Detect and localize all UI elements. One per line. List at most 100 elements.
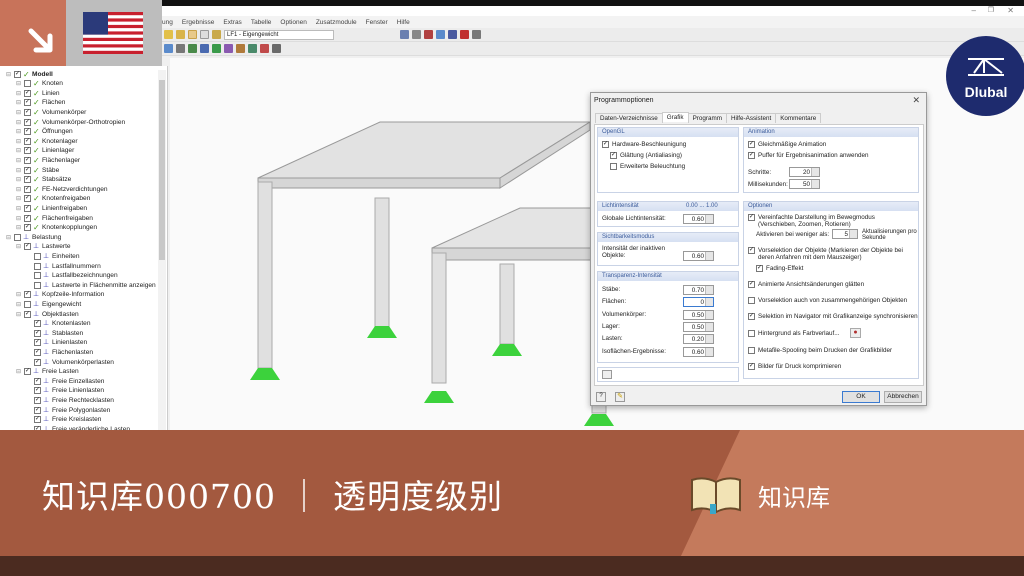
- tool-icon[interactable]: [188, 44, 197, 53]
- tool-icon[interactable]: [412, 30, 421, 39]
- menu-item[interactable]: Fenster: [366, 19, 388, 26]
- expand-icon[interactable]: ⊟: [16, 128, 22, 135]
- antialiasing-checkbox[interactable]: ✓: [610, 152, 617, 159]
- tree-item[interactable]: ⊟ ✓ ✓ Flächenlager: [16, 155, 80, 165]
- tree-item[interactable]: ✓ ⊥ Linienlasten: [26, 338, 87, 348]
- tree-item[interactable]: ⊟ ✓ ✓ Knotenlager: [16, 136, 78, 146]
- tool-icon[interactable]: [436, 30, 445, 39]
- activate-spinner[interactable]: 5: [832, 229, 858, 239]
- tree-item[interactable]: ⊟ ⊥ Eigengewicht: [16, 299, 81, 309]
- menu-item[interactable]: Tabelle: [251, 19, 272, 26]
- tree-checkbox[interactable]: ✓: [24, 368, 31, 376]
- tree-item[interactable]: ⊥ Einheiten: [26, 251, 80, 261]
- tool-icon[interactable]: [236, 44, 245, 53]
- smooth-anim-checkbox[interactable]: ✓: [748, 141, 755, 148]
- restore-button[interactable]: ❐: [988, 6, 994, 14]
- tree-checkbox[interactable]: ✓: [34, 377, 41, 385]
- buffer-checkbox[interactable]: ✓: [748, 152, 755, 159]
- hardware-checkbox[interactable]: ✓: [602, 141, 609, 148]
- tree-checkbox[interactable]: ✓: [14, 70, 21, 78]
- tree-checkbox[interactable]: ✓: [24, 185, 31, 193]
- tree-checkbox[interactable]: ✓: [24, 195, 31, 203]
- menu-item[interactable]: Optionen: [280, 19, 306, 26]
- tool-icon[interactable]: [164, 44, 173, 53]
- expand-icon[interactable]: ⊟: [6, 234, 12, 241]
- tree-checkbox[interactable]: ✓: [24, 137, 31, 145]
- tree-checkbox[interactable]: ✓: [34, 320, 41, 328]
- close-button[interactable]: ✕: [1007, 6, 1014, 15]
- tree-checkbox[interactable]: ✓: [24, 99, 31, 107]
- expand-icon[interactable]: ⊟: [16, 90, 22, 97]
- tool-icon[interactable]: [224, 44, 233, 53]
- expand-icon[interactable]: ⊟: [6, 71, 12, 78]
- tree-checkbox[interactable]: ✓: [34, 406, 41, 414]
- gradient-checkbox[interactable]: [748, 330, 755, 337]
- tool-icon[interactable]: [424, 30, 433, 39]
- expand-icon[interactable]: ⊟: [16, 109, 22, 116]
- defaults-icon[interactable]: [602, 370, 612, 379]
- ms-spinner[interactable]: 50: [789, 179, 820, 189]
- expand-icon[interactable]: ⊟: [16, 138, 22, 145]
- window-icon[interactable]: [200, 30, 209, 39]
- tree-item[interactable]: ⊥ Lastwerte in Flächenmitte anzeigen: [26, 280, 156, 290]
- tree-checkbox[interactable]: ✓: [34, 416, 41, 424]
- transparency-spinner[interactable]: 0.60: [683, 346, 714, 357]
- expand-icon[interactable]: ⊟: [16, 167, 22, 174]
- expand-icon[interactable]: ⊟: [16, 80, 22, 87]
- expand-icon[interactable]: ⊟: [16, 119, 22, 126]
- tree-item[interactable]: ⊟ ✓ ✓ Linienfreigaben: [16, 203, 87, 213]
- color-picker-icon[interactable]: ●: [850, 328, 861, 338]
- tool-icon[interactable]: [176, 44, 185, 53]
- expand-icon[interactable]: ⊟: [16, 215, 22, 222]
- tree-item[interactable]: ⊟ ✓ ✓ FE-Netzverdichtungen: [16, 184, 108, 194]
- tool-icon[interactable]: [400, 30, 409, 39]
- save-icon[interactable]: [176, 30, 185, 39]
- tree-item[interactable]: ✓ ⊥ Freie Linienlasten: [26, 386, 104, 396]
- tab-grafik[interactable]: Grafik: [661, 112, 689, 122]
- tree-checkbox[interactable]: ✓: [24, 128, 31, 136]
- transparency-spinner[interactable]: 0.50: [683, 321, 714, 332]
- expand-icon[interactable]: ⊟: [16, 368, 22, 375]
- tree-checkbox[interactable]: [34, 272, 41, 280]
- tree-checkbox[interactable]: ✓: [34, 339, 41, 347]
- tree-item[interactable]: ✓ ⊥ Stablasten: [26, 328, 83, 338]
- expand-icon[interactable]: ⊟: [16, 157, 22, 164]
- loadcase-select[interactable]: LF1 - Eigengewicht: [224, 29, 334, 40]
- tree-checkbox[interactable]: ✓: [34, 348, 41, 356]
- tool-icon[interactable]: [200, 44, 209, 53]
- open-icon[interactable]: [164, 30, 173, 39]
- tree-item[interactable]: ⊟ ✓ ✓ Flächenfreigaben: [16, 213, 93, 223]
- tab-hilfe-assistent[interactable]: Hilfe-Assistent: [725, 113, 777, 123]
- tree-item[interactable]: ⊟ ✓ ⊥ Objektlasten: [16, 309, 79, 319]
- tree-checkbox[interactable]: ✓: [24, 108, 31, 116]
- expand-icon[interactable]: ⊟: [16, 195, 22, 202]
- tree-item[interactable]: ⊟ ⊥ Belastung: [6, 232, 61, 242]
- expand-icon[interactable]: ⊟: [16, 224, 22, 231]
- help-icon[interactable]: ?: [596, 392, 606, 402]
- tree-checkbox[interactable]: ✓: [34, 396, 41, 404]
- lighting-checkbox[interactable]: [610, 163, 617, 170]
- tree-item[interactable]: ✓ ⊥ Knotenlasten: [26, 319, 91, 329]
- transparency-spinner[interactable]: 0.50: [683, 309, 714, 320]
- tree-item[interactable]: ⊟ ✓ ✓ Knotenfreigaben: [16, 194, 90, 204]
- tree-checkbox[interactable]: [34, 262, 41, 270]
- tool-icon[interactable]: [448, 30, 457, 39]
- dialog-close-icon[interactable]: ✕: [912, 95, 920, 106]
- menu-item[interactable]: ung: [162, 19, 173, 26]
- edit-icon[interactable]: ✎: [615, 392, 625, 402]
- tool-icon[interactable]: [260, 44, 269, 53]
- simplified-checkbox[interactable]: ✓: [748, 214, 755, 221]
- inactive-intensity-spinner[interactable]: 0.60: [683, 251, 714, 261]
- tree-item[interactable]: ⊟ ✓ ✓ Knotenkopplungen: [16, 223, 97, 233]
- expand-icon[interactable]: ⊟: [16, 311, 22, 318]
- menu-item[interactable]: Extras: [223, 19, 241, 26]
- expand-icon[interactable]: ⊟: [16, 301, 22, 308]
- tree-checkbox[interactable]: ✓: [24, 243, 31, 251]
- expand-icon[interactable]: ⊟: [16, 291, 22, 298]
- tree-checkbox[interactable]: ✓: [24, 118, 31, 126]
- tree-checkbox[interactable]: [34, 281, 41, 289]
- tree-item[interactable]: ⊟ ✓ ✓ Linien: [16, 88, 60, 98]
- compress-checkbox[interactable]: ✓: [748, 363, 755, 370]
- tree-item[interactable]: ✓ ⊥ Freie Kreislasten: [26, 415, 101, 425]
- tree-item[interactable]: ✓ ⊥ Freie Polygonlasten: [26, 405, 110, 415]
